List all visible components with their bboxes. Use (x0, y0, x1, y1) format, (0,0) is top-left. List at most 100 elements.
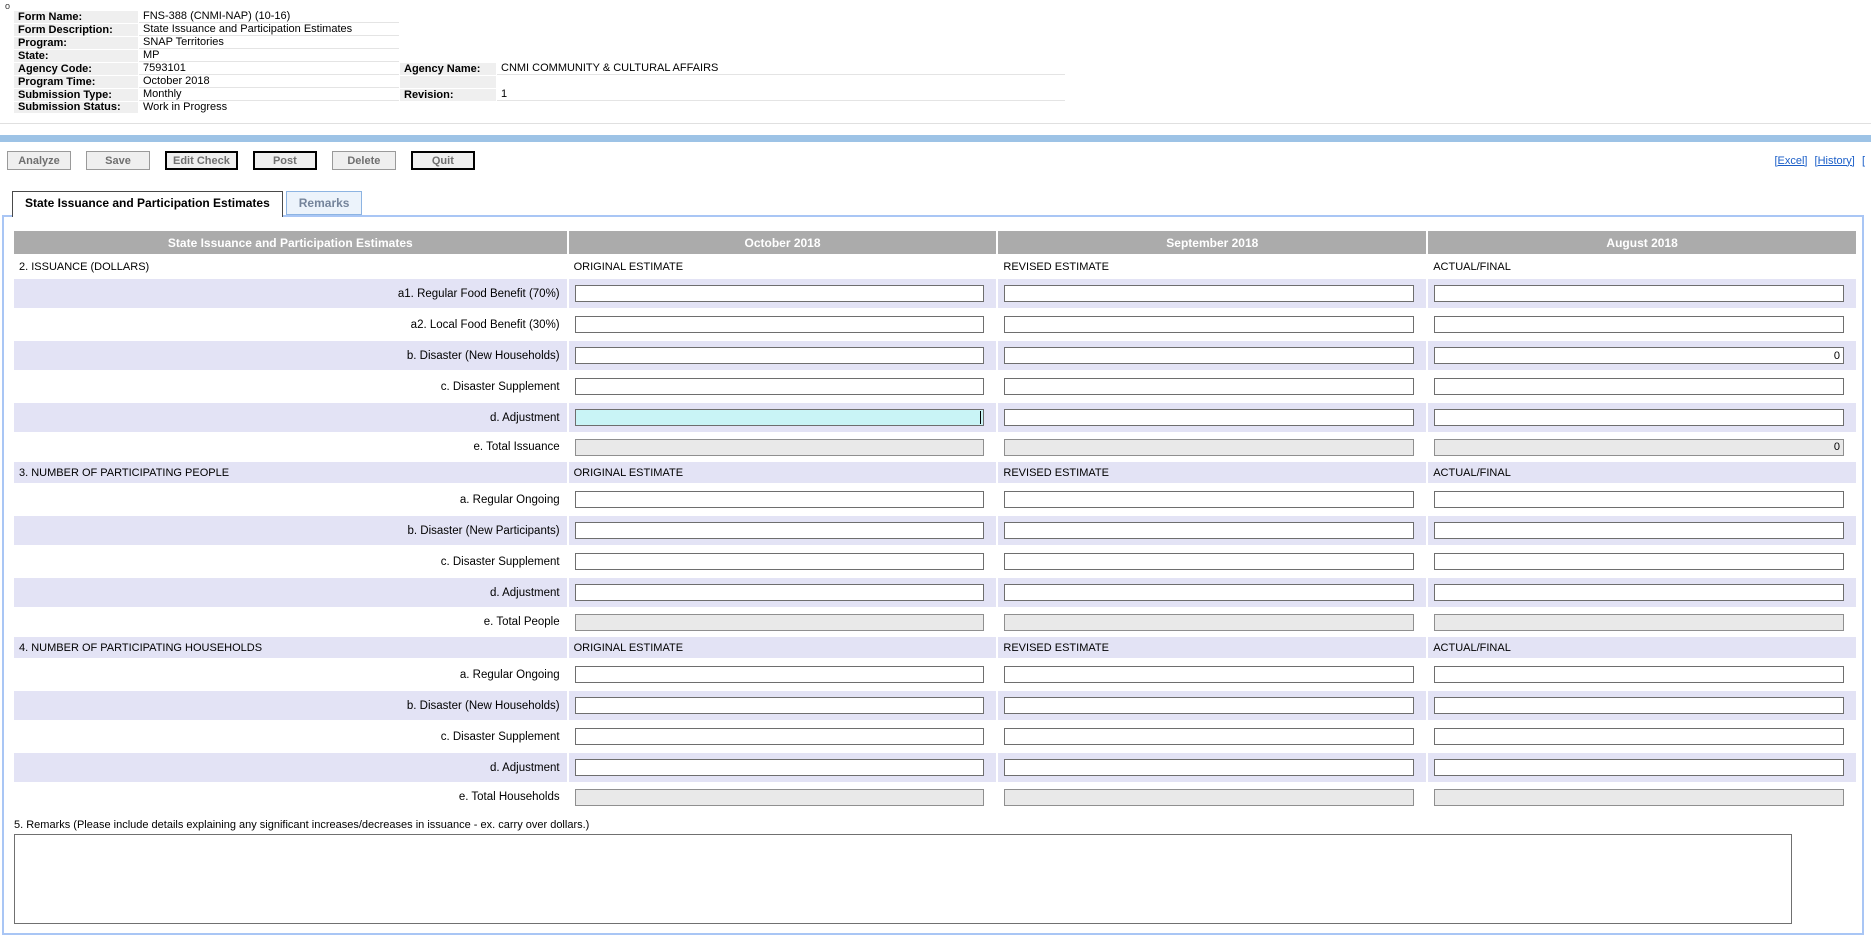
table-row: d. Adjustment (14, 753, 1856, 782)
section-people-header: 3. NUMBER OF PARTICIPATING PEOPLE ORIGIN… (14, 462, 1856, 483)
total-households-september-input (1004, 789, 1414, 806)
meta-label (400, 76, 496, 88)
row-label: d. Adjustment (14, 753, 567, 782)
households-a-august-input[interactable] (1434, 666, 1844, 683)
table-row: c. Disaster Supplement (14, 372, 1856, 401)
households-d-october-input[interactable] (575, 759, 985, 776)
section-title: 2. ISSUANCE (DOLLARS) (14, 256, 567, 277)
issuance-b-august-input[interactable] (1434, 347, 1844, 364)
meta-value: MP (139, 50, 399, 62)
people-c-september-input[interactable] (1004, 553, 1414, 570)
table-row: c. Disaster Supplement (14, 547, 1856, 576)
row-label: a. Regular Ongoing (14, 485, 567, 514)
row-label: a1. Regular Food Benefit (70%) (14, 279, 567, 308)
issuance-d-september-input[interactable] (1004, 409, 1414, 426)
row-label: e. Total People (14, 609, 567, 635)
households-b-september-input[interactable] (1004, 697, 1414, 714)
issuance-a2-september-input[interactable] (1004, 316, 1414, 333)
spacer (497, 37, 1065, 49)
meta-value: 1 (497, 89, 1065, 101)
save-button[interactable]: Save (86, 151, 150, 170)
blue-divider-bar (0, 135, 1871, 142)
people-d-october-input[interactable] (575, 584, 985, 601)
people-b-september-input[interactable] (1004, 522, 1414, 539)
history-link[interactable]: [History] (1815, 155, 1855, 167)
meta-label: Form Name: (14, 11, 138, 23)
total-households-august-input (1434, 789, 1844, 806)
meta-label: Submission Status: (14, 102, 138, 113)
issuance-a2-october-input[interactable] (575, 316, 985, 333)
meta-row: Form Name: FNS-388 (CNMI-NAP) (10-16) (14, 11, 1065, 23)
spacer (497, 24, 1065, 36)
people-d-september-input[interactable] (1004, 584, 1414, 601)
households-c-august-input[interactable] (1434, 728, 1844, 745)
meta-label: Program: (14, 37, 138, 49)
households-b-august-input[interactable] (1434, 697, 1844, 714)
people-a-october-input[interactable] (575, 491, 985, 508)
table-row: b. Disaster (New Households) (14, 341, 1856, 370)
table-row: c. Disaster Supplement (14, 722, 1856, 751)
people-d-august-input[interactable] (1434, 584, 1844, 601)
people-a-august-input[interactable] (1434, 491, 1844, 508)
households-d-september-input[interactable] (1004, 759, 1414, 776)
meta-label: State: (14, 50, 138, 62)
spacer (497, 50, 1065, 62)
people-c-october-input[interactable] (575, 553, 985, 570)
edit-check-button[interactable]: Edit Check (165, 151, 238, 170)
total-issuance-august-input (1434, 439, 1844, 456)
tab-state-issuance[interactable]: State Issuance and Participation Estimat… (12, 191, 283, 217)
households-a-september-input[interactable] (1004, 666, 1414, 683)
excel-link[interactable]: [Excel] (1774, 155, 1807, 167)
people-b-october-input[interactable] (575, 522, 985, 539)
households-b-october-input[interactable] (575, 697, 985, 714)
row-label: d. Adjustment (14, 403, 567, 432)
analyze-button[interactable]: Analyze (7, 151, 71, 170)
table-header-row: State Issuance and Participation Estimat… (14, 231, 1856, 254)
spacer (400, 37, 496, 49)
people-a-september-input[interactable] (1004, 491, 1414, 508)
subheader-actual-final: ACTUAL/FINAL (1428, 462, 1856, 483)
issuance-a1-august-input[interactable] (1434, 285, 1844, 302)
col-header-august: August 2018 (1428, 231, 1856, 254)
tab-remarks[interactable]: Remarks (286, 191, 363, 215)
people-c-august-input[interactable] (1434, 553, 1844, 570)
households-c-october-input[interactable] (575, 728, 985, 745)
post-button[interactable]: Post (253, 151, 317, 170)
subheader-revised-estimate: REVISED ESTIMATE (998, 256, 1426, 277)
meta-row: Program: SNAP Territories (14, 37, 1065, 49)
table-row: a1. Regular Food Benefit (70%) (14, 279, 1856, 308)
issuance-b-september-input[interactable] (1004, 347, 1414, 364)
households-c-september-input[interactable] (1004, 728, 1414, 745)
people-b-august-input[interactable] (1434, 522, 1844, 539)
issuance-a1-september-input[interactable] (1004, 285, 1414, 302)
meta-label: Agency Code: (14, 63, 138, 75)
tab-strip: State Issuance and Participation Estimat… (12, 191, 1871, 217)
issuance-a2-august-input[interactable] (1434, 316, 1844, 333)
remarks-textarea[interactable] (14, 834, 1792, 924)
table-row: d. Adjustment (14, 403, 1856, 432)
truncated-link[interactable]: [ (1862, 155, 1865, 167)
delete-button[interactable]: Delete (332, 151, 396, 170)
issuance-d-august-input[interactable] (1434, 409, 1844, 426)
row-label: a. Regular Ongoing (14, 660, 567, 689)
issuance-c-october-input[interactable] (575, 378, 985, 395)
households-d-august-input[interactable] (1434, 759, 1844, 776)
table-row: a. Regular Ongoing (14, 660, 1856, 689)
meta-row: State: MP (14, 50, 1065, 62)
meta-label: Agency Name: (400, 63, 496, 75)
meta-label: Revision: (400, 89, 496, 101)
issuance-c-september-input[interactable] (1004, 378, 1414, 395)
issuance-a1-october-input[interactable] (575, 285, 985, 302)
form-metadata-table: Form Name: FNS-388 (CNMI-NAP) (10-16) Fo… (13, 10, 1066, 114)
form-panel: State Issuance and Participation Estimat… (2, 215, 1864, 935)
issuance-b-october-input[interactable] (575, 347, 985, 364)
spacer (400, 102, 496, 113)
table-row: e. Total Households (14, 784, 1856, 810)
text-cursor (980, 411, 981, 424)
meta-value: October 2018 (139, 76, 399, 88)
table-row: a2. Local Food Benefit (30%) (14, 310, 1856, 339)
issuance-d-october-input[interactable] (575, 409, 985, 426)
households-a-october-input[interactable] (575, 666, 985, 683)
quit-button[interactable]: Quit (411, 151, 475, 170)
issuance-c-august-input[interactable] (1434, 378, 1844, 395)
